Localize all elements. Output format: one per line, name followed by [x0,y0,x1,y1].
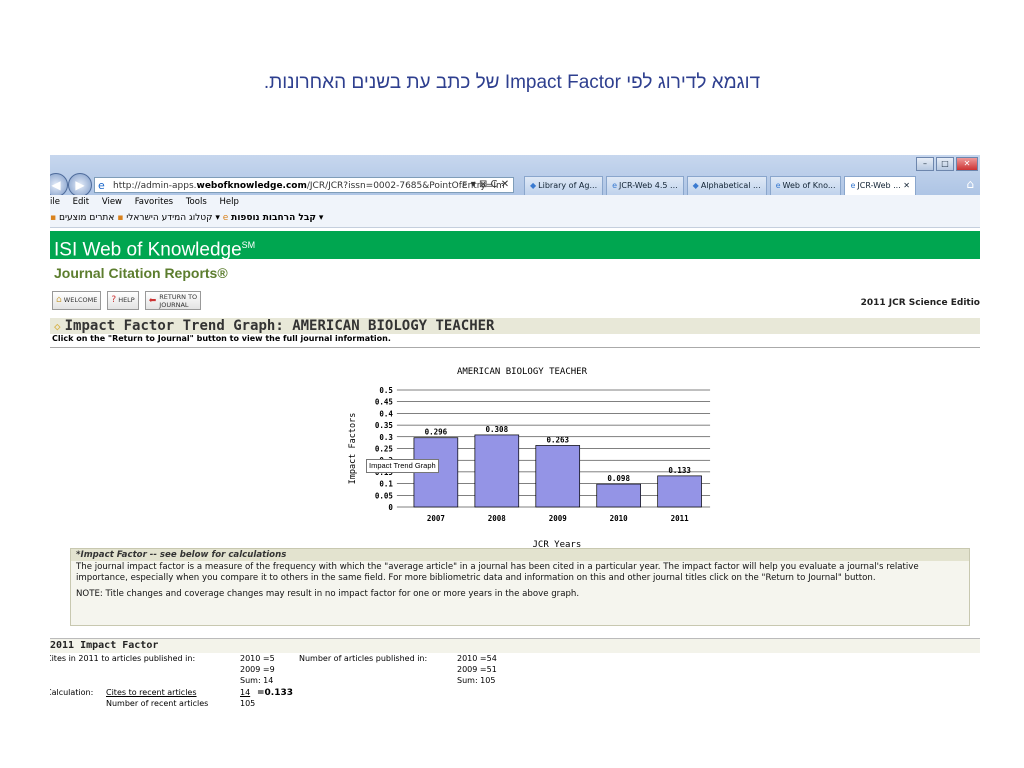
menu-tools[interactable]: Tools [186,197,207,207]
bar-value-label: 0.296 [425,428,448,437]
window-controls: – □ ✕ [916,157,978,171]
fav-folder-icon: ▪ [117,213,124,223]
tab-jcr-web-45[interactable]: e JCR-Web 4.5 ... [606,176,684,196]
y-tick-label: 0.1 [379,480,393,489]
y-tick-label: 0.4 [379,409,393,418]
back-icon[interactable]: ◀ [50,173,68,197]
return-arrow-icon: ⬅ [148,296,157,306]
bar-value-label: 0.098 [607,474,630,483]
address-bar[interactable]: e http://admin-apps.webofknowledge.com/J… [94,177,514,193]
y-tick-label: 0.35 [375,421,393,430]
bar-value-label: 0.308 [486,425,509,434]
articles-2010: 2010 =54 [457,654,497,663]
y-tick-label: 0 [388,503,393,512]
ie-page-icon: e [98,179,105,192]
divider [50,347,980,348]
menu-file[interactable]: ile [50,197,60,207]
y-tick-label: 0.05 [375,491,393,500]
favorites-bar: ▪ קטלוג המידע הישראלי ▪ אתרים מוצעים ▾ e… [50,209,980,228]
menu-view[interactable]: View [102,197,122,207]
cites-recent-link[interactable]: Cites to recent articles [106,688,197,699]
y-tick-label: 0.25 [375,445,393,454]
x-tick-label: 2009 [549,514,568,523]
bar [657,475,702,508]
instruction-text: Click on the "Return to Journal" button … [52,334,391,343]
tab-alphabetical[interactable]: ◆ Alphabetical ... [686,176,767,196]
question-icon: ? [111,295,117,305]
tooltip: Impact Trend Graph [366,459,439,473]
coverage-note: NOTE: Title changes and coverage changes… [76,589,580,599]
recent-articles-label: Number of recent articles [106,699,209,708]
minimize-icon[interactable]: – [916,157,934,171]
close-icon[interactable]: ✕ [956,157,978,171]
page-icon: e [775,181,781,190]
cites-label: Cites in 2011 to articles published in: [50,654,196,663]
welcome-button[interactable]: ⌂ WELCOME [52,291,102,310]
calc-result: =0.133 [257,688,294,698]
x-tick-label: 2008 [488,514,507,523]
home-icon[interactable]: ⌂ [966,177,974,191]
calc-numerator: 14 [240,688,251,697]
tab-strip: ◆ Library of Ag... e JCR-Web 4.5 ... ◆ Alph… [524,176,917,196]
slide-title: דוגמא לדירוג לפי Impact Factor של כתב עת… [263,72,761,93]
tab-jcr-web-active[interactable]: e JCR-Web ... ✕ [844,176,917,196]
jcr-title: Journal Citation Reports® [54,265,228,281]
y-tick-label: 0.3 [379,433,393,442]
page-icon: e [612,181,618,190]
menu-help[interactable]: Help [219,197,238,207]
bar-value-label: 0.133 [668,466,691,475]
impact-factor-chart: AMERICAN BIOLOGY TEACHER00.050.10.150.20… [348,367,711,550]
menu-favorites[interactable]: Favorites [135,197,173,207]
address-controls[interactable]: ⌕ ▾ ⊠ C ✕ [462,177,509,193]
fav-get-addons[interactable]: קבל הרחבות נוספות [231,213,316,223]
forward-icon[interactable]: ▶ [68,173,92,197]
favorites-icon: ▪ [50,213,57,223]
home-icon: ⌂ [56,295,62,305]
menu-edit[interactable]: Edit [73,197,89,207]
calc-denominator: 105 [240,699,256,708]
toolbar: ⌂ WELCOME ? HELP ⬅ RETURN TO JOURNAL [52,291,202,310]
page-icon: ◆ [530,181,537,190]
y-axis-label: Impact Factors [348,413,358,485]
browser-screenshot: – □ ✕ ◀ ▶ e http://admin-apps.webofknowl… [50,155,980,715]
tab-web-of-knowledge[interactable]: e Web of Kno... [769,176,842,196]
fav-ie-icon: e [222,213,229,223]
calculation-label: Calculation: [50,688,94,697]
help-button[interactable]: ? HELP [107,291,139,310]
articles-2009: 2009 =51 [457,665,497,674]
fav-suggested-sites[interactable]: אתרים מוצעים [59,213,114,223]
maximize-icon[interactable]: □ [936,157,954,171]
x-tick-label: 2007 [427,514,445,523]
explanation-head: *Impact Factor -- see below for calculat… [71,549,969,561]
return-to-journal-button[interactable]: ⬅ RETURN TO JOURNAL [144,291,202,310]
bar-value-label: 0.263 [546,435,569,444]
cites-2009: 2009 =9 [240,665,275,674]
bar [535,445,581,508]
x-tick-label: 2010 [610,514,629,523]
menu-bar: ile Edit View Favorites Tools Help [50,195,980,209]
isi-header: ISI Web of KnowledgeSM [50,231,980,260]
explanation-box: *Impact Factor -- see below for calculat… [70,548,970,626]
tab-library[interactable]: ◆ Library of Ag... [524,176,604,196]
bar [474,434,520,508]
impact-factor-heading: 2011 Impact Factor [50,638,980,653]
graph-title: ◇ Impact Factor Trend Graph: AMERICAN BIO… [54,318,495,334]
y-tick-label: 0.45 [375,398,393,407]
y-tick-label: 0.5 [379,386,393,395]
document-icon: ◇ [54,320,61,333]
page-icon: e [850,181,856,190]
cites-sum: Sum: 14 [240,676,274,685]
page-icon: ◆ [692,181,699,190]
fav-catalog[interactable]: קטלוג המידע הישראלי [126,213,212,223]
articles-sum: Sum: 105 [457,676,496,685]
articles-label: Number of articles published in: [299,654,428,663]
x-tick-label: 2011 [671,514,690,523]
explanation-body: The journal impact factor is a measure o… [76,562,919,583]
cites-2010: 2010 =5 [240,654,275,663]
chart-title: AMERICAN BIOLOGY TEACHER [457,367,588,377]
edition-label: 2011 JCR Science Editio [860,298,980,308]
bar [596,483,641,508]
